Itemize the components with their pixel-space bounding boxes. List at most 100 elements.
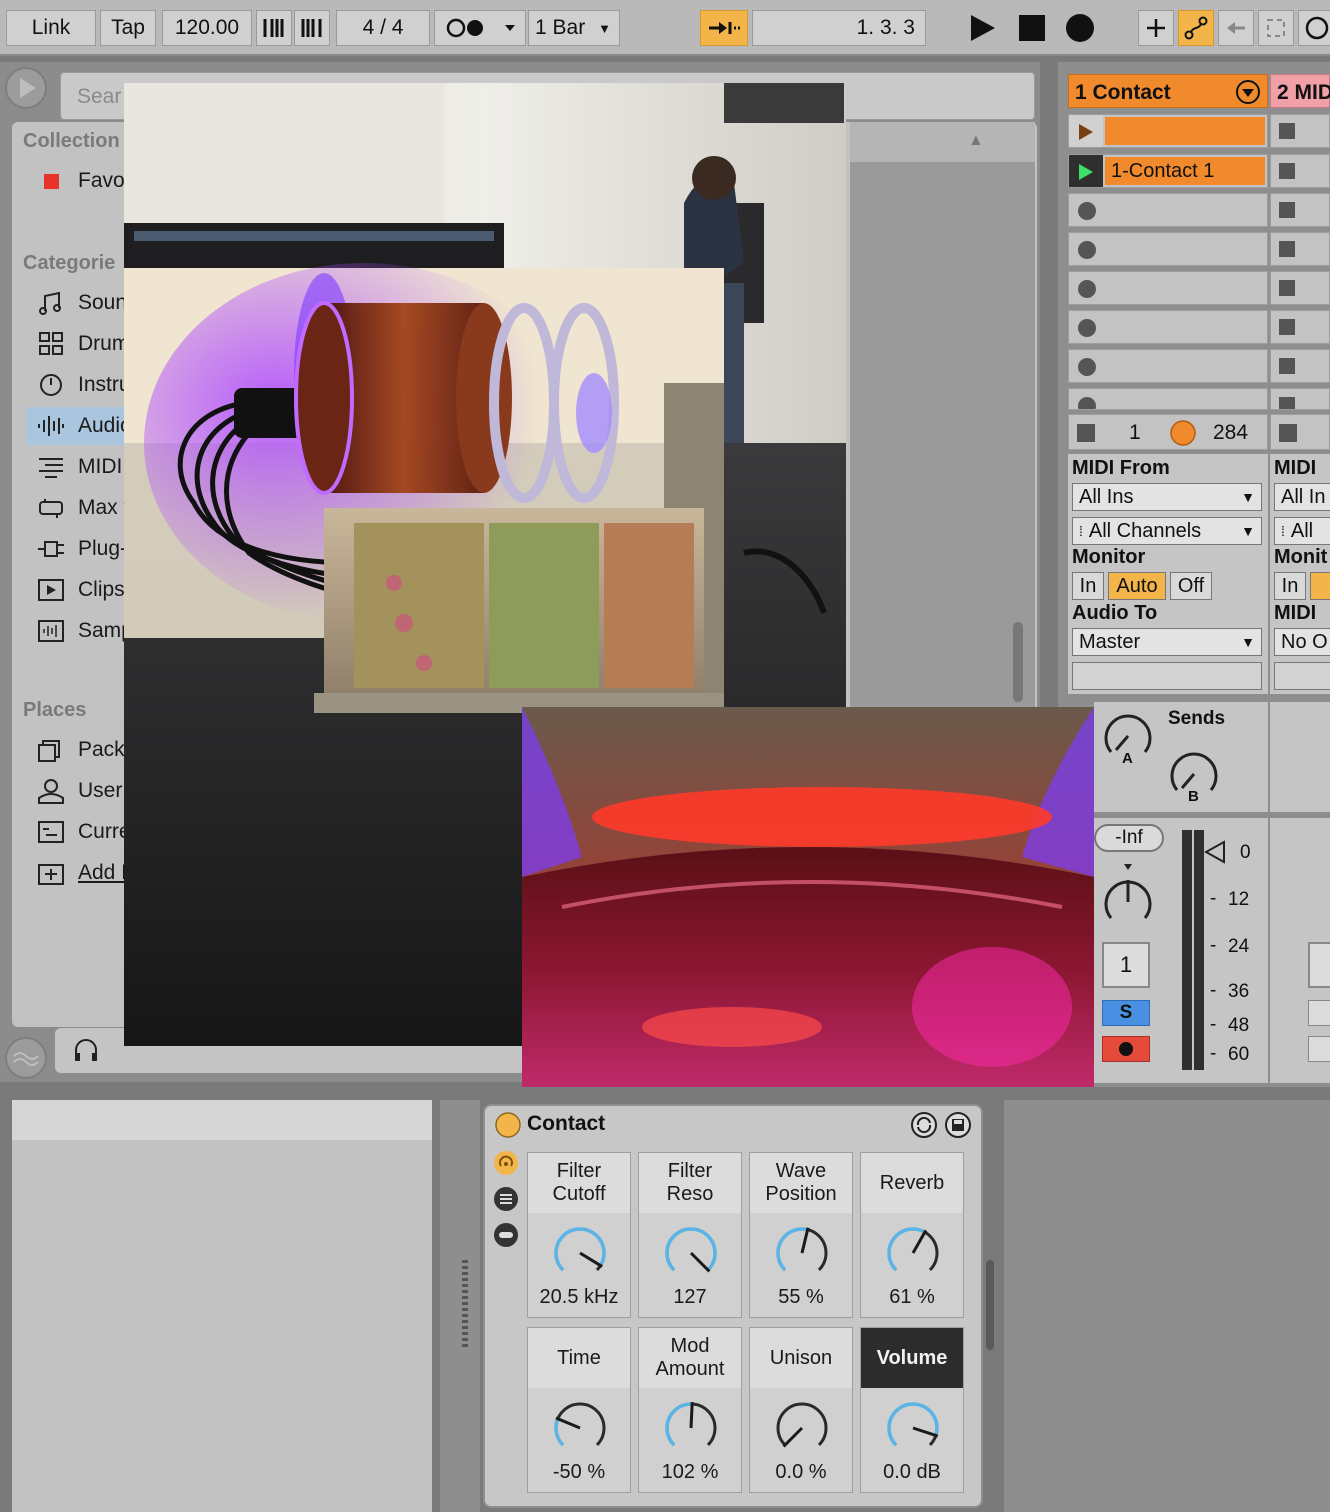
- stop-slot-icon[interactable]: [1279, 163, 1295, 179]
- automation-arm-button[interactable]: [1178, 10, 1214, 46]
- volume-readout[interactable]: -Inf: [1094, 824, 1164, 852]
- nudge-up-icon[interactable]: [294, 10, 330, 46]
- stop-slot-icon[interactable]: [1279, 358, 1295, 374]
- clip-slot[interactable]: [1270, 232, 1330, 266]
- drag-handle[interactable]: [462, 1260, 468, 1350]
- monitor-in-button[interactable]: In: [1274, 572, 1306, 600]
- clip-slot[interactable]: [1068, 232, 1268, 266]
- clip-slot[interactable]: [1068, 388, 1268, 410]
- stop-slot-icon[interactable]: [1279, 397, 1295, 409]
- knob-dial-icon[interactable]: [550, 1223, 610, 1283]
- headphones-icon[interactable]: [73, 1037, 99, 1068]
- midi-from-dropdown[interactable]: All Ins ▼: [1072, 483, 1262, 511]
- record-slot-icon[interactable]: [1077, 357, 1097, 377]
- metronome-button[interactable]: [434, 10, 526, 46]
- follow-button[interactable]: [700, 10, 748, 46]
- play-button[interactable]: [962, 10, 1002, 46]
- hot-swap-icon[interactable]: [909, 1110, 939, 1140]
- groove-toggle-icon[interactable]: [4, 1036, 48, 1080]
- session-record-button[interactable]: [1298, 10, 1330, 46]
- record-slot-icon[interactable]: [1077, 201, 1097, 221]
- record-slot-icon[interactable]: [1077, 318, 1097, 338]
- play-icon[interactable]: [1077, 123, 1095, 141]
- clip-slot[interactable]: [1068, 114, 1268, 148]
- clip-slot[interactable]: [1270, 114, 1330, 148]
- clip-slot[interactable]: [1270, 154, 1330, 188]
- macro-knob-2[interactable]: Filter Reso 127: [638, 1152, 742, 1318]
- playing-icon[interactable]: [1077, 163, 1095, 181]
- monitor-auto-button[interactable]: Auto: [1108, 572, 1166, 600]
- macro-knob-6[interactable]: Mod Amount 102 %: [638, 1327, 742, 1493]
- knob-dial-icon[interactable]: [883, 1398, 943, 1458]
- quantize-dropdown[interactable]: 1 Bar ▼: [528, 10, 620, 46]
- record-button[interactable]: [1060, 10, 1100, 46]
- macro-list-icon[interactable]: [491, 1184, 521, 1214]
- monitor-in-button[interactable]: In: [1072, 572, 1104, 600]
- clip[interactable]: [1105, 117, 1265, 145]
- clip-slot[interactable]: [1270, 349, 1330, 383]
- pan-knob[interactable]: [1098, 862, 1158, 932]
- arrangement-position[interactable]: 1. 3. 3: [752, 10, 926, 46]
- macro-knob-7[interactable]: Unison 0.0 %: [749, 1327, 853, 1493]
- midi-to-dropdown[interactable]: No O: [1274, 628, 1330, 656]
- stop-icon[interactable]: [1279, 424, 1297, 442]
- macro-variations-icon[interactable]: [491, 1220, 521, 1250]
- output-channel-dropdown[interactable]: [1274, 662, 1330, 690]
- macro-knob-3[interactable]: Wave Position 55 %: [749, 1152, 853, 1318]
- stop-slot-icon[interactable]: [1279, 241, 1295, 257]
- clip-slot[interactable]: [1270, 310, 1330, 344]
- macro-randomize-icon[interactable]: [491, 1148, 521, 1178]
- record-slot-icon[interactable]: [1077, 279, 1097, 299]
- fader-thumb-icon[interactable]: [1204, 840, 1226, 864]
- clip-slot[interactable]: [1068, 271, 1268, 305]
- macro-knob-4[interactable]: Reverb 61 %: [860, 1152, 964, 1318]
- device-activator-icon[interactable]: [493, 1110, 523, 1140]
- track-header-2[interactable]: 2 MID: [1270, 74, 1330, 108]
- output-channel-dropdown[interactable]: [1072, 662, 1262, 690]
- clip-slot[interactable]: [1068, 310, 1268, 344]
- knob-dial-icon[interactable]: [772, 1223, 832, 1283]
- stop-button[interactable]: [1012, 10, 1052, 46]
- solo-button[interactable]: [1308, 1000, 1330, 1026]
- monitor-off-button[interactable]: Off: [1170, 572, 1212, 600]
- back-to-arrangement-button[interactable]: [1218, 10, 1254, 46]
- audio-to-dropdown[interactable]: Master ▼: [1072, 628, 1262, 656]
- knob-dial-icon[interactable]: [661, 1398, 721, 1458]
- stop-slot-icon[interactable]: [1279, 319, 1295, 335]
- macro-knob-8[interactable]: Volume 0.0 dB: [860, 1327, 964, 1493]
- knob-dial-icon[interactable]: [883, 1223, 943, 1283]
- channel-dropdown[interactable]: ⁞ All: [1274, 517, 1330, 545]
- browser-toggle-icon[interactable]: [4, 66, 48, 110]
- clip-slot[interactable]: 1-Contact 1: [1068, 154, 1268, 188]
- link-button[interactable]: Link: [6, 10, 96, 46]
- time-signature-field[interactable]: 4 / 4: [336, 10, 430, 46]
- capture-button[interactable]: [1258, 10, 1294, 46]
- save-preset-icon[interactable]: [943, 1110, 973, 1140]
- solo-button[interactable]: S: [1102, 1000, 1150, 1026]
- arm-button[interactable]: [1102, 1036, 1150, 1062]
- clip-name[interactable]: 1-Contact 1: [1105, 157, 1265, 185]
- track-header-1[interactable]: 1 Contact: [1068, 74, 1268, 108]
- sort-up-icon[interactable]: ▲: [968, 132, 984, 150]
- record-slot-icon[interactable]: [1077, 240, 1097, 260]
- macro-knob-1[interactable]: Filter Cutoff 20.5 kHz: [527, 1152, 631, 1318]
- track-fold-icon[interactable]: [1235, 79, 1261, 110]
- macro-knob-5[interactable]: Time -50 %: [527, 1327, 631, 1493]
- stop-slot-icon[interactable]: [1279, 202, 1295, 218]
- clip-slot[interactable]: [1270, 193, 1330, 227]
- knob-dial-icon[interactable]: [772, 1398, 832, 1458]
- add-button[interactable]: [1138, 10, 1174, 46]
- tempo-field[interactable]: 120.00: [162, 10, 252, 46]
- monitor-auto-button[interactable]: [1310, 572, 1330, 600]
- device-scrollbar[interactable]: [986, 1260, 994, 1350]
- arm-button[interactable]: [1308, 1036, 1330, 1062]
- stop-slot-icon[interactable]: [1279, 123, 1295, 139]
- stop-slot-icon[interactable]: [1279, 280, 1295, 296]
- channel-dropdown[interactable]: ⁞ All Channels ▼: [1072, 517, 1262, 545]
- list-scrollbar[interactable]: [1013, 622, 1023, 702]
- midi-from-dropdown[interactable]: All In: [1274, 483, 1330, 511]
- stop-all-icon[interactable]: [1077, 424, 1095, 442]
- clip-slot[interactable]: [1068, 349, 1268, 383]
- tap-button[interactable]: Tap: [100, 10, 156, 46]
- track-activator-button[interactable]: 1: [1102, 942, 1150, 988]
